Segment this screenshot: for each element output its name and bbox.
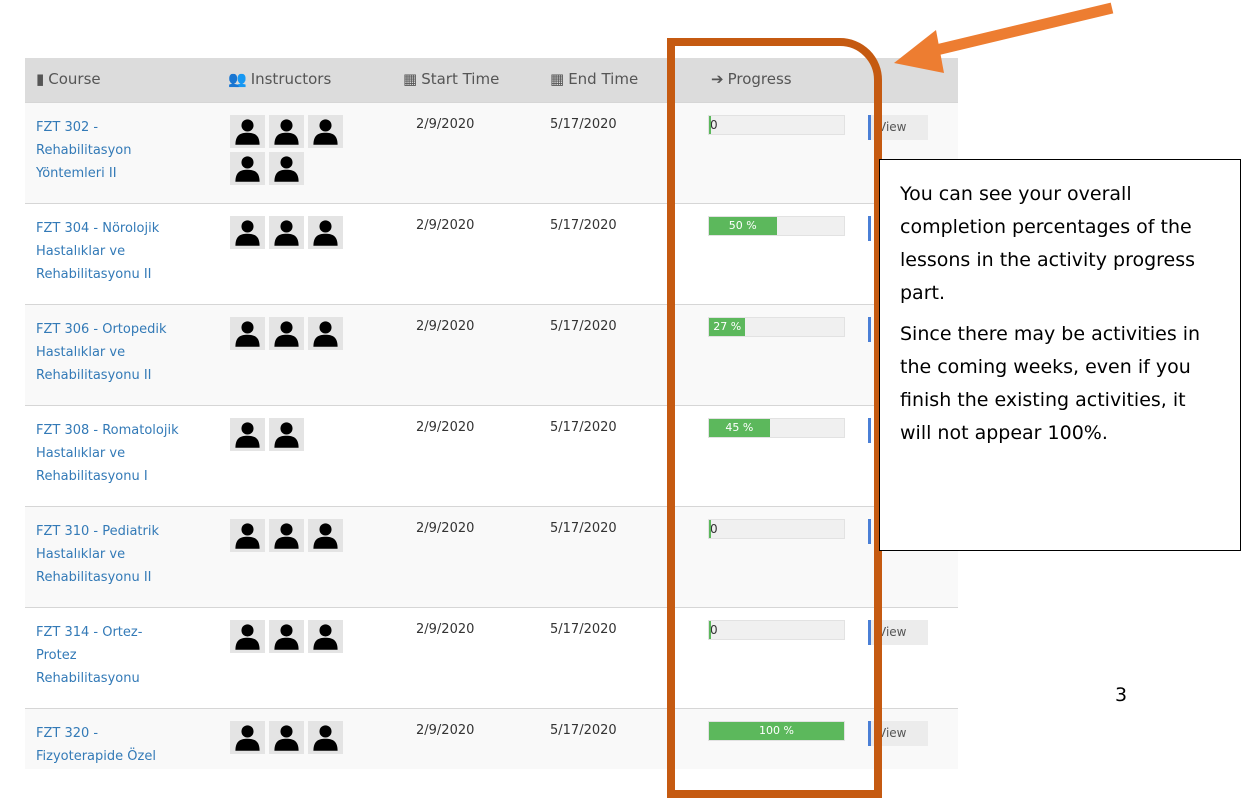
start-date: 2/9/2020: [416, 420, 475, 435]
callout-paragraph-1: You can see your overall completion perc…: [900, 183, 1196, 304]
explanation-callout: You can see your overall completion perc…: [879, 159, 1241, 551]
user-silhouette-icon[interactable]: [308, 519, 343, 552]
start-date: 2/9/2020: [416, 218, 475, 233]
start-date: 2/9/2020: [416, 117, 475, 132]
user-silhouette-icon[interactable]: [269, 418, 304, 451]
user-silhouette-icon[interactable]: [308, 721, 343, 754]
course-link[interactable]: FZT 306 - Ortopedik Hastalıklar ve Rehabil…: [36, 318, 218, 387]
user-silhouette-icon[interactable]: [308, 317, 343, 350]
start-date: 2/9/2020: [416, 319, 475, 334]
end-date: 5/17/2020: [550, 521, 617, 536]
course-name-line: Rehabilitasyonu I: [36, 469, 148, 484]
calendar-icon: ▦: [550, 70, 565, 88]
user-silhouette-icon[interactable]: [230, 115, 265, 148]
user-silhouette-icon[interactable]: [230, 152, 265, 185]
book-icon: ▮: [36, 70, 45, 88]
header-instructors[interactable]: 👥 Instructors: [228, 70, 331, 88]
user-silhouette-icon[interactable]: [230, 216, 265, 249]
course-name-line: Hastalıklar ve: [36, 446, 126, 461]
header-end-time[interactable]: ▦ End Time: [550, 70, 638, 88]
instructor-avatars: [230, 216, 360, 253]
users-icon: 👥: [228, 70, 247, 88]
course-name-line: FZT 302 -: [36, 120, 99, 135]
instructor-avatars: [230, 115, 360, 189]
header-course[interactable]: ▮ Course: [36, 70, 101, 88]
course-link[interactable]: FZT 308 - Romatolojik Hastalıklar ve Rehab…: [36, 419, 218, 488]
end-date: 5/17/2020: [550, 420, 617, 435]
course-name-line: FZT 308 - Romatolojik: [36, 423, 179, 438]
user-silhouette-icon[interactable]: [308, 620, 343, 653]
user-silhouette-icon[interactable]: [269, 519, 304, 552]
user-silhouette-icon[interactable]: [230, 418, 265, 451]
start-date: 2/9/2020: [416, 723, 475, 738]
instructor-avatars: [230, 519, 360, 556]
end-date: 5/17/2020: [550, 218, 617, 233]
end-date: 5/17/2020: [550, 723, 617, 738]
instructor-avatars: [230, 418, 360, 455]
start-date: 2/9/2020: [416, 622, 475, 637]
course-name-line: Rehabilitasyonu II: [36, 570, 152, 585]
course-link[interactable]: FZT 310 - Pediatrik Hastalıklar ve Rehabil…: [36, 520, 218, 589]
start-date: 2/9/2020: [416, 521, 475, 536]
course-link[interactable]: FZT 302 - Rehabilitasyon Yöntemleri II: [36, 116, 218, 185]
user-silhouette-icon[interactable]: [269, 216, 304, 249]
user-silhouette-icon[interactable]: [269, 317, 304, 350]
course-name-line: Rehabilitasyonu II: [36, 267, 152, 282]
instructor-avatars: [230, 721, 360, 758]
user-silhouette-icon[interactable]: [308, 115, 343, 148]
user-silhouette-icon[interactable]: [269, 620, 304, 653]
course-name-line: Protez: [36, 648, 77, 663]
instructor-avatars: [230, 620, 360, 657]
course-name-line: Rehabilitasyonu II: [36, 368, 152, 383]
arrow-annotation-icon: [894, 2, 1114, 73]
user-silhouette-icon[interactable]: [230, 721, 265, 754]
end-date: 5/17/2020: [550, 117, 617, 132]
course-name-line: FZT 306 - Ortopedik: [36, 322, 167, 337]
user-silhouette-icon[interactable]: [230, 620, 265, 653]
course-name-line: Rehabilitasyon: [36, 143, 132, 158]
callout-paragraph-2: Since there may be activities in the com…: [900, 323, 1201, 444]
course-name-line: FZT 310 - Pediatrik: [36, 524, 160, 539]
end-date: 5/17/2020: [550, 319, 617, 334]
page-number: 3: [1115, 684, 1128, 706]
course-link[interactable]: FZT 320 - Fizyoterapide Özel: [36, 722, 218, 768]
user-silhouette-icon[interactable]: [269, 115, 304, 148]
progress-column-highlight: [667, 38, 882, 798]
course-name-line: FZT 320 -: [36, 726, 99, 741]
user-silhouette-icon[interactable]: [230, 317, 265, 350]
course-name-line: Hastalıklar ve: [36, 547, 126, 562]
course-link[interactable]: FZT 304 - Nörolojik Hastalıklar ve Rehabil…: [36, 217, 218, 286]
user-silhouette-icon[interactable]: [308, 216, 343, 249]
course-name-line: Hastalıklar ve: [36, 244, 126, 259]
user-silhouette-icon[interactable]: [269, 721, 304, 754]
course-name-line: Rehabilitasyonu: [36, 671, 140, 686]
course-name-line: FZT 314 - Ortez-: [36, 625, 143, 640]
header-start-time[interactable]: ▦ Start Time: [403, 70, 499, 88]
instructor-avatars: [230, 317, 360, 354]
course-link[interactable]: FZT 314 - Ortez- Protez Rehabilitasyonu: [36, 621, 218, 690]
user-silhouette-icon[interactable]: [269, 152, 304, 185]
user-silhouette-icon[interactable]: [230, 519, 265, 552]
end-date: 5/17/2020: [550, 622, 617, 637]
course-name-line: Hastalıklar ve: [36, 345, 126, 360]
course-name-line: FZT 304 - Nörolojik: [36, 221, 160, 236]
calendar-icon: ▦: [403, 70, 418, 88]
course-name-line: Yöntemleri II: [36, 166, 117, 181]
